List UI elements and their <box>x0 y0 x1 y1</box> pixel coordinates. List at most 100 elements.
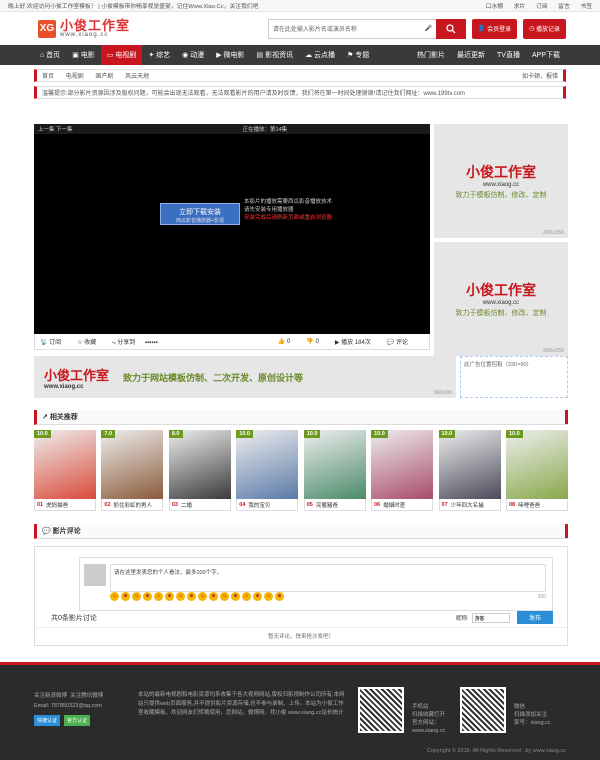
user-icon: 👤 <box>477 26 488 32</box>
card-title[interactable]: 07 少年四大名捕 <box>438 499 501 511</box>
nav-item-movie[interactable]: ▣ 电影 <box>66 45 101 65</box>
play-count: ▶ 播放 184次 <box>334 340 371 346</box>
side-ad[interactable]: 小俊工作室 www.xiaog.cc 致力于模板仿制、修改、定制 300x250 <box>434 242 568 356</box>
comment-textarea[interactable]: 请在这里发表您的个人看法，最多200个字。 <box>110 564 546 592</box>
search-input[interactable]: 请在此处输入影片名或演员名称 🎤 <box>267 18 436 39</box>
poster[interactable]: 10.0 <box>303 430 366 499</box>
footer-email: Email: 787850323@qq.com <box>34 703 102 709</box>
nav-item-tv[interactable]: ▭ 电视剧 <box>100 45 143 65</box>
nav-item-cloud[interactable]: ☁ 云点播 <box>299 45 341 65</box>
search-box: 请在此处输入影片名或演员名称 🎤 👤 会员登录 ◷ 播放记录 <box>267 18 566 39</box>
tv-icon: ▭ <box>106 52 116 59</box>
nav-item-micro[interactable]: ▶ 微电影 <box>210 45 250 65</box>
comment-button[interactable]: 💬 评论 <box>387 337 416 346</box>
nav-latest[interactable]: 最近更新 <box>451 45 491 65</box>
poster[interactable]: 10.0 <box>371 430 434 499</box>
comment-form: 请在这里发表您的个人看法，最多200个字。 200 ☺ ☻ ☺ ☻ ☺ ☻ ☺ ☻ ☺ ☻ ☺ ☻ ☺ ☻… <box>79 557 553 611</box>
nav-app[interactable]: APP下载 <box>526 45 566 65</box>
top-link[interactable]: 书签 <box>580 4 592 10</box>
like-button[interactable]: 👍 0 <box>278 338 298 345</box>
poster[interactable]: 10.0 <box>236 430 299 499</box>
send-button[interactable]: 发布 <box>517 611 553 624</box>
emoji-bar[interactable]: ☺ ☻ ☺ ☻ ☺ ☻ ☺ ☻ ☺ ☻ ☺ ☻ ☺ ☻ ☺ ☻ <box>110 592 286 601</box>
weibo-link[interactable]: 关注新浪微博 关注腾讯微博 <box>34 691 103 701</box>
avatar <box>84 564 106 586</box>
now-playing: 正在播放：第14集 <box>242 127 288 133</box>
qr-text-mobile: 手机站 扫描收藏打开 官方网站： www.xiaog.cc <box>412 704 446 734</box>
recommend-card[interactable]: 10.0 01 虎妈猫爸 <box>34 430 96 511</box>
card-title[interactable]: 06 婚姻时差 <box>371 499 434 511</box>
recommend-card[interactable]: 8.0 03 二婚 <box>168 430 231 511</box>
poster[interactable]: 10.0 <box>505 430 568 499</box>
prev-next[interactable]: 上一集 下一集 <box>38 125 73 133</box>
nav-item-variety[interactable]: ✦ 综艺 <box>142 45 176 65</box>
nav-tvlive[interactable]: TV直播 <box>491 45 526 65</box>
score-badge: 10.0 <box>438 430 456 438</box>
nav-item-home[interactable]: ⌂ 首页 <box>34 45 66 65</box>
comment-icon: 💬 <box>42 528 53 535</box>
login-button[interactable]: 👤 会员登录 <box>471 18 518 39</box>
crumb-tv[interactable]: 电视剧 <box>66 74 84 80</box>
card-title[interactable]: 08 啼哩爸爸 <box>505 499 568 511</box>
dislike-button[interactable]: 👎 0 <box>306 338 326 345</box>
banner-ad[interactable]: 小俊工作室 www.xiaog.cc 致力于网站模板仿制、二次开发、原创设计等 9… <box>34 356 456 398</box>
nav-item-news[interactable]: ▤ 影视资讯 <box>251 45 300 65</box>
top-link[interactable]: 求片 <box>514 4 526 10</box>
card-title[interactable]: 02 抓住彩虹的男人 <box>101 499 164 511</box>
logo-mark: XG <box>38 19 56 38</box>
recommend-card[interactable]: 10.0 04 我的宝贝 <box>236 430 299 511</box>
top-links: 口水棚 求片 订阅 留言 书签 <box>477 1 592 10</box>
recommend-card[interactable]: 7.0 02 抓住彩虹的男人 <box>101 430 164 511</box>
tag-icon: ⚑ <box>347 52 356 59</box>
qr-text-wechat: 微信 扫描添加关注 家号：xiaog.cc <box>514 704 551 726</box>
card-title[interactable]: 05 突襲豬爸 <box>303 499 366 511</box>
anime-icon: ◉ <box>182 52 191 59</box>
section-title-comments: 💬 影片评论 <box>34 524 568 539</box>
qr-code-mobile <box>358 687 404 733</box>
nav-item-anime[interactable]: ◉ 动漫 <box>176 45 210 65</box>
nav-item-topic[interactable]: ⚑ 专题 <box>341 45 375 65</box>
site-logo[interactable]: XG 小俊工作室 www.xiaog.cc <box>38 19 130 38</box>
nickname-input[interactable] <box>471 613 510 623</box>
subscribe-button[interactable]: 📡 订阅 <box>40 337 69 346</box>
report-link[interactable]: 如卡顿，报错 <box>522 71 558 80</box>
comment-panel: 请在这里发表您的个人看法，最多200个字。 200 ☺ ☻ ☺ ☻ ☺ ☻ ☺ ☻ ☺ ☻ ☺ ☻ ☺ ☻… <box>34 546 568 646</box>
recommend-card[interactable]: 10.0 06 婚姻时差 <box>371 430 434 511</box>
card-title[interactable]: 04 我的宝贝 <box>236 499 299 511</box>
player-note: 本影片的播放需要西瓜影音播放技术 请先安装专用播放器 安装完成后请刷新页面或重启浏览… <box>244 199 333 221</box>
mic-icon[interactable]: 🎤 <box>424 25 431 32</box>
player-area: 上一集 下一集 正在播放：第14集 立即下载安装 西瓜影音播放器+影视 本影片的播放… <box>34 124 430 350</box>
nav-hot[interactable]: 热门影片 <box>411 45 451 65</box>
nickname-field: 昵称: <box>456 613 510 623</box>
poster[interactable]: 7.0 <box>101 430 164 499</box>
top-link[interactable]: 口水棚 <box>486 4 503 10</box>
badge: 官方认证 <box>64 715 91 726</box>
recommend-card[interactable]: 10.0 07 少年四大名捕 <box>438 430 501 511</box>
side-ad[interactable]: 小俊工作室 www.xiaog.cc 致力于模板仿制、修改、定制 300x250 <box>434 124 568 238</box>
recommend-card[interactable]: 10.0 05 突襲豬爸 <box>303 430 366 511</box>
star-icon: ✦ <box>148 52 157 59</box>
char-count: 200 <box>537 594 546 600</box>
share-button[interactable]: ⤷ 分享到 ▪▪▪▪▪▪ <box>112 337 157 347</box>
recommend-card[interactable]: 10.0 08 啼哩爸爸 <box>505 430 568 511</box>
share-icon: ↗ <box>42 414 50 421</box>
crumb-domestic[interactable]: 国产剧 <box>95 74 113 80</box>
favorite-button[interactable]: ☆ 收藏 <box>77 337 104 346</box>
crumb-home[interactable]: 首页 <box>42 74 54 80</box>
history-button[interactable]: ◷ 播放记录 <box>523 18 566 39</box>
download-button[interactable]: 立即下载安装 西瓜影音播放器+影视 <box>160 203 240 225</box>
film-icon: ▣ <box>72 52 81 59</box>
video-player[interactable]: 上一集 下一集 正在播放：第14集 立即下载安装 西瓜影音播放器+影视 本影片的播放… <box>34 124 430 334</box>
card-title[interactable]: 03 二婚 <box>168 499 231 511</box>
ad-placeholder[interactable]: 此广告位置招租（230×90） <box>460 356 568 398</box>
top-link[interactable]: 订阅 <box>536 4 548 10</box>
empty-comments: 暂无评论，快来抢沙发吧！ <box>35 627 567 640</box>
poster[interactable]: 10.0 <box>34 430 96 499</box>
top-link[interactable]: 留言 <box>558 4 570 10</box>
search-icon <box>446 23 456 33</box>
poster[interactable]: 10.0 <box>438 430 501 499</box>
search-button[interactable] <box>435 18 466 39</box>
score-badge: 10.0 <box>236 430 253 438</box>
card-title[interactable]: 01 虎妈猫爸 <box>34 499 96 511</box>
poster[interactable]: 8.0 <box>168 430 231 499</box>
